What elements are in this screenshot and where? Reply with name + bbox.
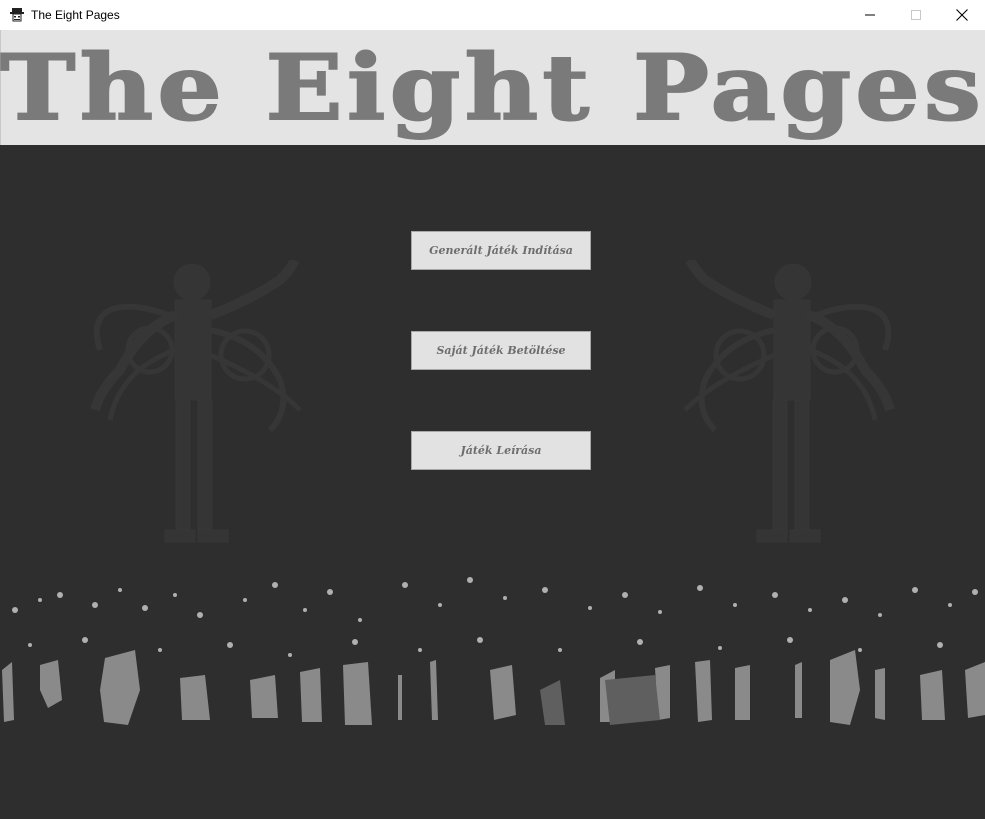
load-own-game-button[interactable]: Saját Játék Betöltése [411,331,591,370]
maximize-icon [911,10,921,20]
window-controls [847,0,985,30]
game-title: The Eight Pages [0,34,985,142]
forest-treeline [2,577,985,725]
window-titlebar: The Eight Pages [0,0,985,30]
right-creature-figure [683,260,895,543]
title-banner: The Eight Pages [0,30,985,145]
maximize-button[interactable] [893,0,939,30]
close-icon [956,9,968,21]
minimize-icon [865,14,875,16]
game-menu-area: Generált Játék Indítása Saját Játék Betö… [0,145,985,819]
close-button[interactable] [939,0,985,30]
left-creature-figure [90,260,302,543]
window-title: The Eight Pages [31,8,120,22]
minimize-button[interactable] [847,0,893,30]
hat-face-icon [9,7,25,23]
start-generated-game-button[interactable]: Generált Játék Indítása [411,231,591,270]
game-description-button[interactable]: Játék Leírása [411,431,591,470]
